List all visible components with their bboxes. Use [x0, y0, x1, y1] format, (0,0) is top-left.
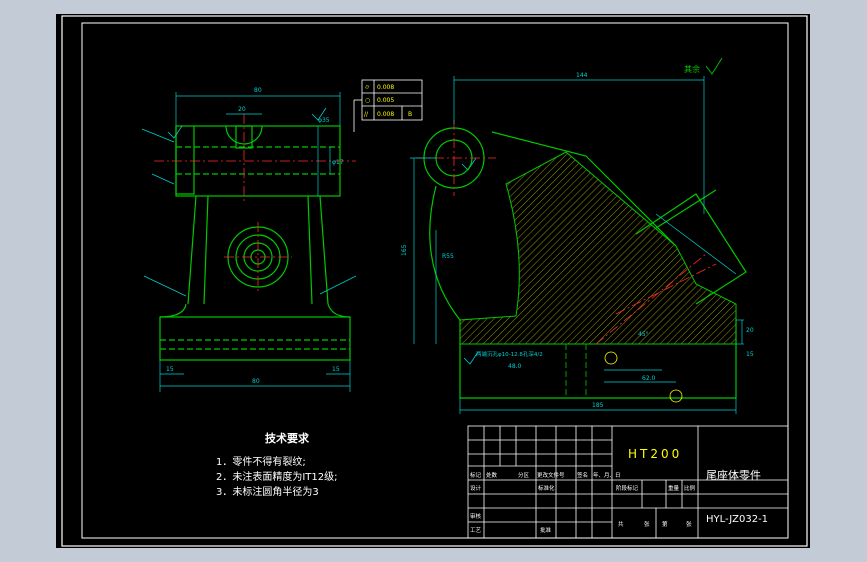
tol-symbol-1: ⌭: [365, 84, 370, 91]
tech-req-item-3: 3．未标注圆角半径为3: [216, 485, 319, 498]
weight-label: 重量: [668, 484, 680, 492]
approve-label: 批准: [540, 526, 552, 534]
dim-front-bore: φ17: [332, 159, 344, 166]
tol-value-1: 0.008: [377, 84, 394, 91]
side-section-hatch: [459, 151, 737, 345]
cad-viewport[interactable]: 80 20 φ17 φ35 80 15 15 ⌭ 0.008 ○ 0.005 /…: [56, 14, 810, 548]
side-view: [416, 120, 747, 399]
dim-front-slot: 20: [238, 106, 246, 113]
tol-value-3: 0.008: [377, 111, 394, 118]
tol-symbol-2: ○: [365, 97, 370, 104]
dim-side-62: 62.0: [642, 375, 656, 382]
rev-header-3: 分区: [518, 471, 530, 479]
row-label-process: 工艺: [470, 527, 482, 534]
tech-requirements: 技术要求 1．零件不得有裂纹; 2．未注表面精度为IT12级; 3．未标注圆角半…: [216, 431, 338, 498]
scale-label: 比例: [684, 484, 696, 492]
dim-side-height: 165: [401, 244, 408, 256]
title-block: HT200 尾座体零件 HYL-JZ032-1 标记 处数 分区 更改文件号 签…: [467, 425, 789, 539]
surface-note: 其余: [684, 64, 700, 74]
rev-header-4: 更改文件号: [537, 471, 565, 479]
sheet-total: 共: [618, 520, 624, 528]
dim-front-left-foot: 15: [166, 366, 174, 373]
rev-header-6: 年、月、日: [593, 471, 621, 479]
front-base: [159, 316, 351, 361]
dim-side-20: 20: [746, 327, 754, 334]
stage-mark-label: 阶段标记: [616, 484, 639, 492]
standardize-label: 标准化: [538, 484, 555, 492]
row-label-review: 审核: [470, 512, 482, 520]
dim-front-top-width: 80: [254, 87, 262, 94]
dim-side-15: 15: [746, 351, 754, 358]
dim-side-r: R55: [442, 253, 454, 260]
sheet-index: 第: [662, 520, 668, 528]
tech-req-item-1: 1．零件不得有裂纹;: [216, 455, 306, 468]
dim-front-right-foot: 15: [332, 366, 340, 373]
tolerance-frame: ⌭ 0.008 ○ 0.005 // 0.008 B: [353, 79, 423, 132]
sheet-unit-1: 张: [644, 520, 650, 528]
drawing-canvas: 80 20 φ17 φ35 80 15 15 ⌭ 0.008 ○ 0.005 /…: [61, 15, 808, 547]
dim-side-angle: 45°: [638, 331, 649, 338]
tech-req-title: 技术要求: [265, 431, 310, 445]
tol-symbol-3: //: [364, 111, 369, 118]
tol-datum-3: B: [408, 111, 412, 118]
dim-side-48: 48.0: [508, 363, 522, 370]
dim-side-base-length: 185: [592, 402, 604, 409]
drawing-number: HYL-JZ032-1: [706, 514, 768, 525]
material-code: HT200: [628, 447, 682, 461]
border-frame: [61, 15, 808, 547]
surface-note-symbol: [705, 57, 723, 75]
row-label-design: 设计: [470, 484, 482, 492]
dim-side-base-note: 两端沉孔φ10-12.8孔深4/2: [476, 350, 543, 358]
tol-value-2: 0.005: [377, 97, 394, 104]
sheet-unit-2: 张: [686, 520, 692, 528]
rev-header-2: 处数: [486, 471, 498, 479]
dim-front-base-width: 80: [252, 378, 260, 385]
dim-side-total-width: 144: [576, 72, 588, 79]
part-name: 尾座体零件: [706, 468, 761, 482]
rev-header-5: 签名: [577, 471, 588, 479]
rev-header-1: 标记: [470, 471, 482, 479]
tech-req-item-2: 2．未注表面精度为IT12级;: [216, 470, 338, 483]
